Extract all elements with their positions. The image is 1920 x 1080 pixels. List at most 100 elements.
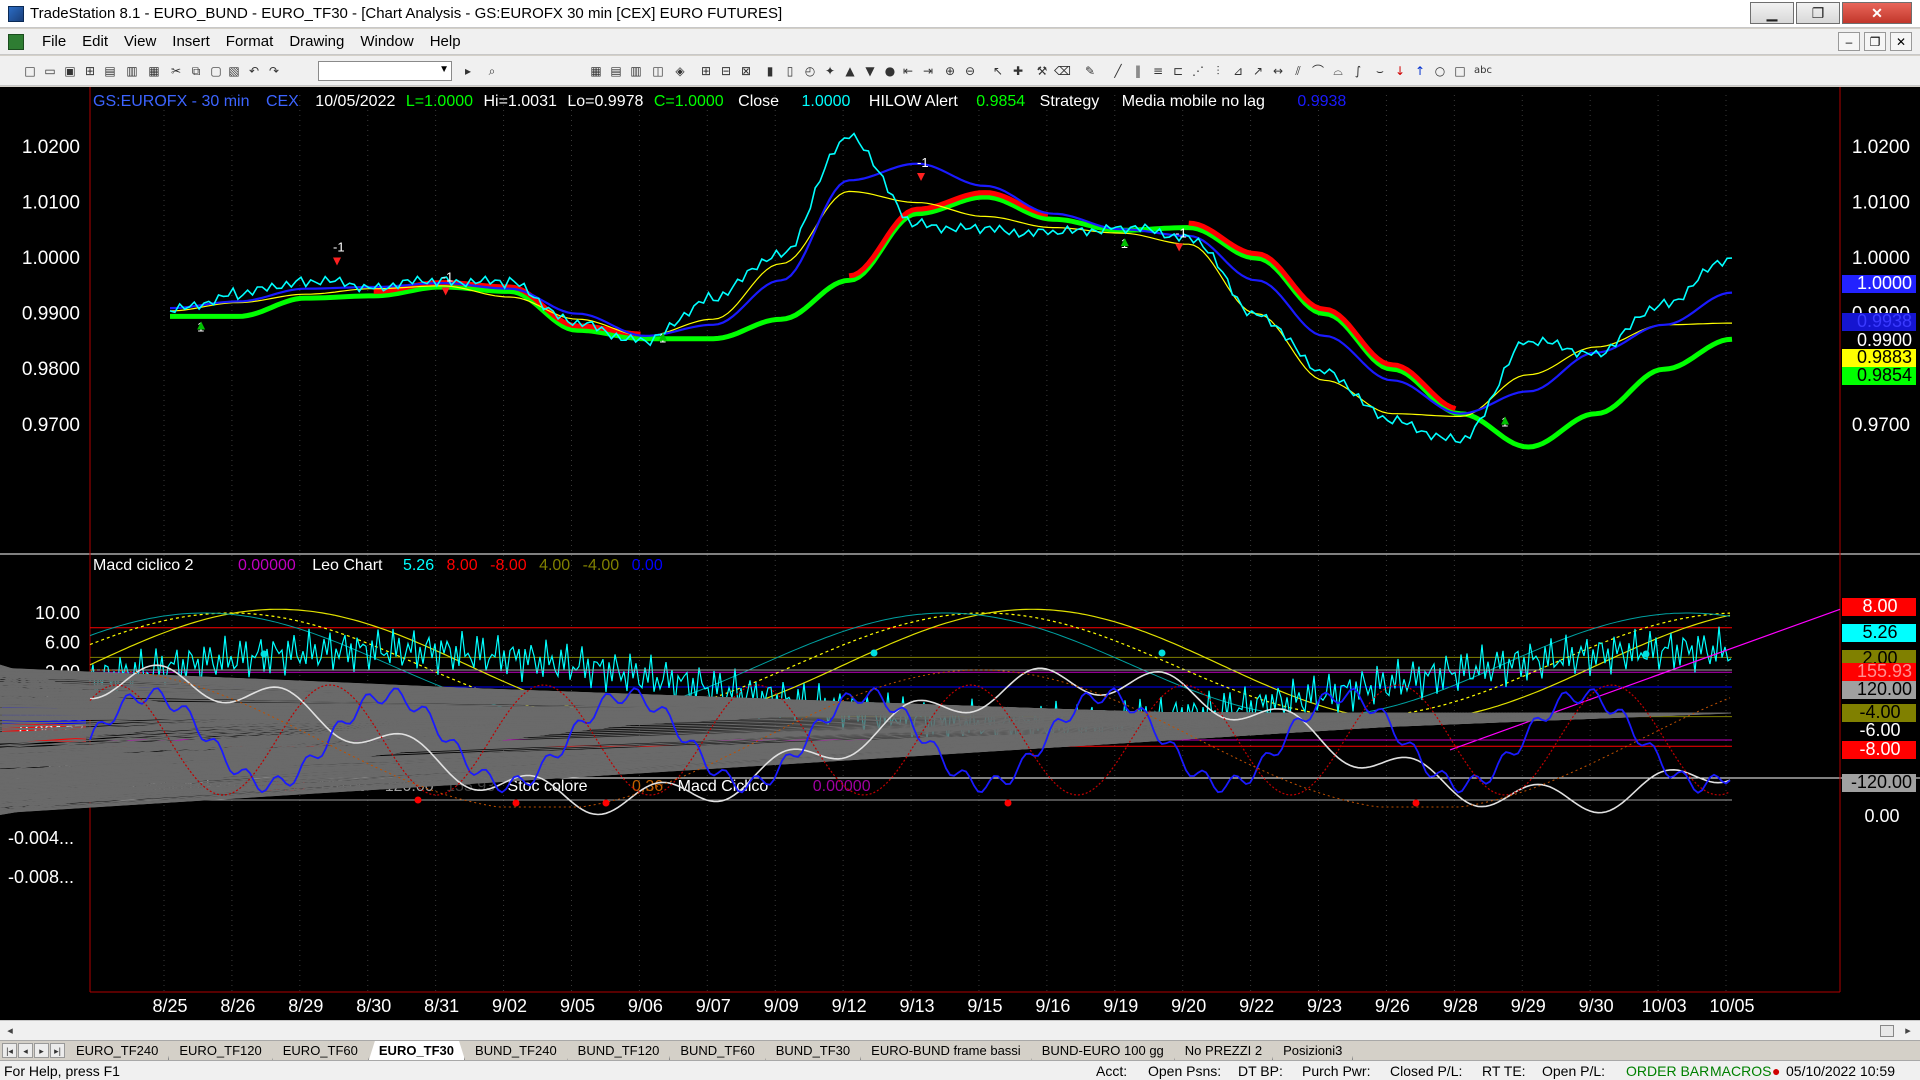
new-workspace-icon[interactable]: ▤ <box>102 63 118 79</box>
arc-icon[interactable]: ⌓ <box>1330 63 1346 79</box>
regression-icon[interactable]: ⫽ <box>1290 63 1306 79</box>
rectangle-icon[interactable]: □ <box>1452 63 1468 79</box>
paste-icon[interactable]: ▧ <box>226 63 242 79</box>
close-button[interactable]: ✕ <box>1842 2 1912 24</box>
hammer-icon[interactable]: ⚒ <box>1034 63 1050 79</box>
new-icon[interactable]: □ <box>22 63 38 79</box>
tab-prev-icon[interactable]: ◂ <box>18 1043 33 1058</box>
arrow-up-icon[interactable]: ↑ <box>1412 63 1428 79</box>
vertical-lines-icon[interactable]: ‖ <box>1130 63 1146 79</box>
tab-bund-tf60[interactable]: BUND_TF60 <box>670 1041 765 1060</box>
tab-euro-tf240[interactable]: EURO_TF240 <box>66 1041 169 1060</box>
menu-format[interactable]: Format <box>218 33 282 50</box>
zoom-in-icon[interactable]: ⊕ <box>942 63 958 79</box>
text-icon[interactable]: abc <box>1472 63 1494 79</box>
menu-drawing[interactable]: Drawing <box>281 33 352 50</box>
chart-window-icon[interactable] <box>8 33 24 50</box>
status-order-bar[interactable]: ORDER BAR <box>1626 1063 1709 1079</box>
indicator-icon[interactable]: ▲ <box>842 63 858 79</box>
trendline-icon[interactable]: ╱ <box>1110 63 1126 79</box>
undo-icon[interactable]: ↶ <box>246 63 262 79</box>
print-preview-icon[interactable]: ▥ <box>124 63 140 79</box>
strategy-icon[interactable]: ✦ <box>822 63 838 79</box>
message-icon[interactable]: ⊠ <box>738 63 754 79</box>
speed-lines-icon[interactable]: ⫶ <box>1210 63 1226 79</box>
pointer-icon[interactable]: ↖ <box>990 63 1006 79</box>
lock-icon[interactable]: ▢ <box>208 63 224 79</box>
pencil-icon[interactable]: ✎ <box>1082 63 1098 79</box>
menu-help[interactable]: Help <box>422 33 469 50</box>
search-icon[interactable]: ⌕ <box>484 63 500 79</box>
redo-icon[interactable]: ↷ <box>266 63 282 79</box>
tab-bund-tf240[interactable]: BUND_TF240 <box>465 1041 568 1060</box>
fibonacci-icon[interactable]: ⋰ <box>1190 63 1206 79</box>
symbol-lookup-icon[interactable]: ▸ <box>460 63 476 79</box>
andrews-icon[interactable]: ⊿ <box>1230 63 1246 79</box>
chart-analysis-window[interactable]: GS:EUROFX - 30 min CEX 10/05/2022 L=1.00… <box>0 87 1920 1020</box>
scanner-icon[interactable]: ◫ <box>650 63 666 79</box>
mdi-close-button[interactable]: ✕ <box>1890 32 1912 51</box>
tab-next-icon[interactable]: ▸ <box>34 1043 49 1058</box>
radar-screen-icon[interactable]: ▤ <box>608 63 624 79</box>
options-icon[interactable]: ◈ <box>672 63 688 79</box>
arrow-both-icon[interactable]: ↔ <box>1270 63 1286 79</box>
copy-icon[interactable]: ⧉ <box>188 63 204 79</box>
scroll-left-icon[interactable]: ◂ <box>2 1023 18 1039</box>
curve-icon[interactable]: ⌣ <box>1372 63 1388 79</box>
chart-horizontal-scrollbar[interactable]: ◂ ▸ <box>0 1020 1920 1040</box>
crosshair-icon[interactable]: ✚ <box>1010 63 1026 79</box>
tab-first-icon[interactable]: |◂ <box>2 1043 17 1058</box>
menu-view[interactable]: View <box>116 33 164 50</box>
print-icon[interactable]: ▦ <box>146 63 162 79</box>
minimize-button[interactable]: ▁ <box>1750 2 1794 24</box>
paintbar-icon[interactable]: ▼ <box>862 63 878 79</box>
restore-button[interactable]: ❐ <box>1796 2 1840 24</box>
menu-edit[interactable]: Edit <box>74 33 116 50</box>
eraser-icon[interactable]: ⌫ <box>1054 63 1071 79</box>
channel-icon[interactable]: ⊏ <box>1170 63 1186 79</box>
menu-window[interactable]: Window <box>352 33 421 50</box>
chart-window-icon[interactable]: ▦ <box>588 63 604 79</box>
mdi-restore-button[interactable]: ❐ <box>1864 32 1886 51</box>
tradestation-app-icon[interactable] <box>8 5 24 22</box>
status-macros[interactable]: MACROS <box>1710 1063 1771 1079</box>
save-icon[interactable]: ▣ <box>62 63 78 79</box>
open-icon[interactable]: ▭ <box>42 63 58 79</box>
tab-euro-tf30[interactable]: EURO_TF30 <box>369 1041 465 1060</box>
news-icon[interactable]: ⊟ <box>718 63 734 79</box>
tab-no-prezzi-2[interactable]: No PREZZI 2 <box>1175 1041 1273 1060</box>
portfolio-icon[interactable]: ⊞ <box>698 63 714 79</box>
menu-insert[interactable]: Insert <box>164 33 218 50</box>
pan-right-icon[interactable]: ⇥ <box>920 63 936 79</box>
tab-bund-tf30[interactable]: BUND_TF30 <box>766 1041 861 1060</box>
matrix-icon[interactable]: ▥ <box>628 63 644 79</box>
scroll-right-icon[interactable]: ▸ <box>1900 1023 1916 1039</box>
scroll-thumb[interactable] <box>1880 1025 1894 1037</box>
tab-euro-bund-frame-bassi[interactable]: EURO-BUND frame bassi <box>861 1041 1032 1060</box>
fund-icon[interactable]: ▯ <box>782 63 798 79</box>
showme-icon[interactable]: ● <box>882 63 898 79</box>
tab-posizioni3[interactable]: Posizioni3 <box>1273 1041 1353 1060</box>
chevron-down-icon[interactable]: ▼ <box>439 64 449 75</box>
hour-icon[interactable]: ◴ <box>802 63 818 79</box>
pan-left-icon[interactable]: ⇤ <box>900 63 916 79</box>
mdi-minimize-button[interactable]: – <box>1838 32 1860 51</box>
cut-icon[interactable]: ✂ <box>168 63 184 79</box>
horizontal-lines-icon[interactable]: ≡ <box>1150 63 1166 79</box>
ellipse-icon[interactable]: ○ <box>1432 63 1448 79</box>
tab-bund-tf120[interactable]: BUND_TF120 <box>568 1041 671 1060</box>
new-window-icon[interactable]: ⊞ <box>82 63 98 79</box>
tab-last-icon[interactable]: ▸| <box>50 1043 65 1058</box>
chart-canvas[interactable]: GS:EUROFX - 30 min CEX 10/05/2022 L=1.00… <box>0 87 1920 1020</box>
tab-bund-euro-100-gg[interactable]: BUND-EURO 100 gg <box>1032 1041 1175 1060</box>
menu-file[interactable]: File <box>34 33 74 50</box>
ray-icon[interactable]: ↗ <box>1250 63 1266 79</box>
freehand-icon[interactable]: ∫ <box>1350 63 1366 79</box>
zoom-out-icon[interactable]: ⊖ <box>962 63 978 79</box>
symbol-combo[interactable]: ▼ <box>318 61 452 81</box>
arrow-down-icon[interactable]: ↓ <box>1392 63 1408 79</box>
gann-icon[interactable]: ⌒ <box>1310 63 1326 79</box>
bar-chart-icon[interactable]: ▮ <box>762 63 778 79</box>
tab-euro-tf120[interactable]: EURO_TF120 <box>169 1041 272 1060</box>
tab-euro-tf60[interactable]: EURO_TF60 <box>273 1041 369 1060</box>
